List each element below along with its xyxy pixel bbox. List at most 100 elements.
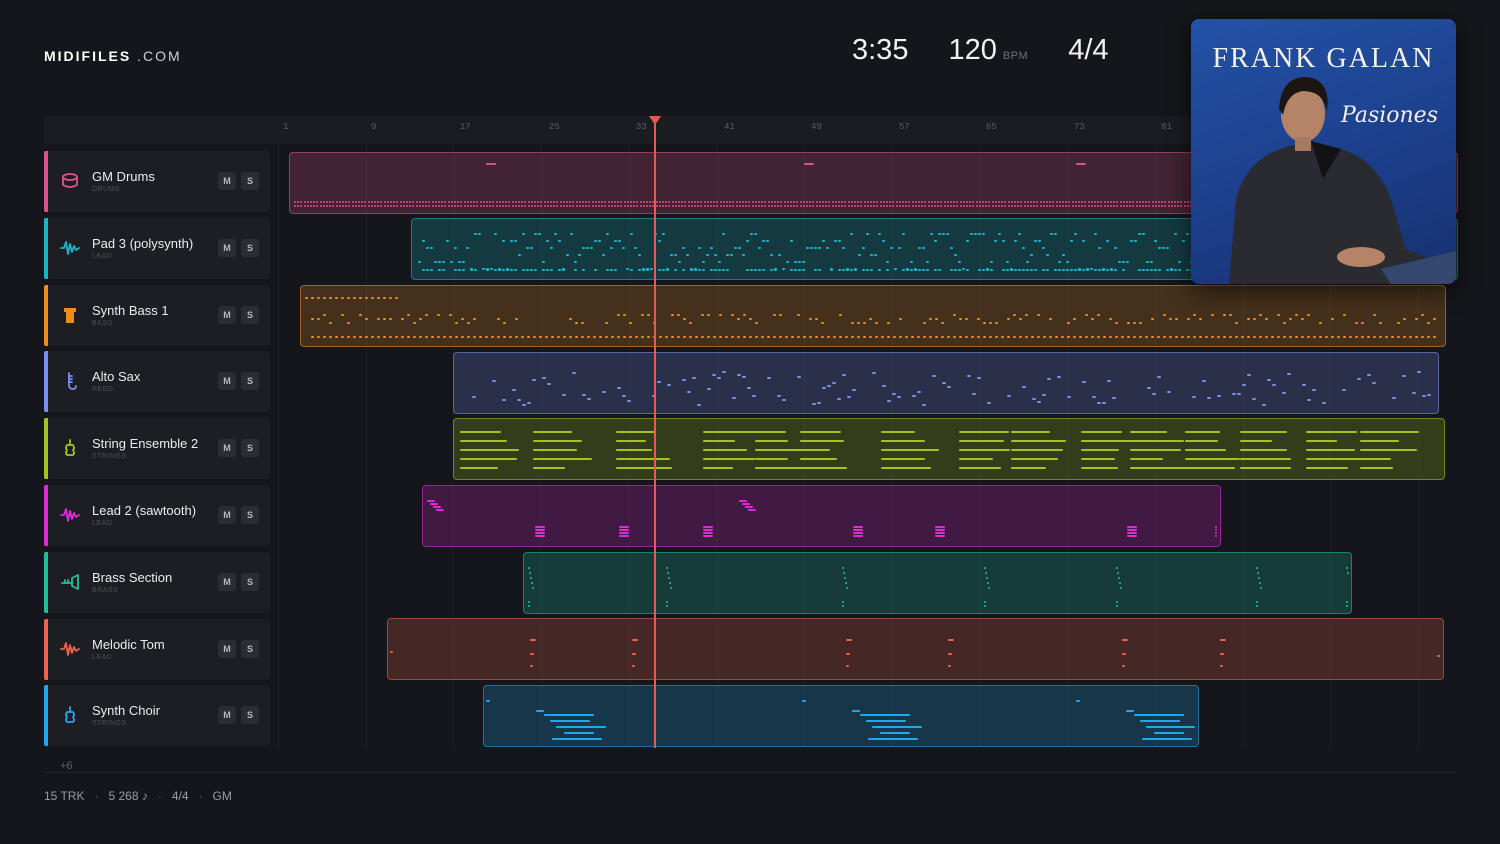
midi-note	[982, 233, 985, 235]
solo-button[interactable]: S	[241, 172, 259, 190]
solo-button[interactable]: S	[241, 706, 259, 724]
midi-note	[1232, 393, 1236, 395]
song-duration: 3:35	[852, 34, 909, 66]
midi-note	[605, 322, 608, 324]
midi-note	[985, 205, 988, 207]
midi-note	[518, 254, 521, 256]
midi-note	[402, 205, 405, 207]
track-header[interactable]: GM Drums DRUMS M S	[44, 151, 270, 212]
track-header[interactable]: Alto Sax REED M S	[44, 351, 270, 412]
playhead[interactable]	[654, 124, 656, 748]
midi-note	[786, 205, 789, 207]
mute-button[interactable]: M	[218, 640, 236, 658]
mute-button[interactable]: M	[218, 706, 236, 724]
track-header[interactable]: Melodic Tom LEAD M S	[44, 619, 270, 680]
midi-note	[850, 201, 853, 203]
midi-note	[1062, 254, 1065, 256]
midi-note	[1061, 336, 1064, 338]
midi-note	[450, 205, 453, 207]
midi-note	[844, 205, 847, 207]
mute-button[interactable]: M	[218, 372, 236, 390]
track-header[interactable]: Synth Choir STRINGS M S	[44, 685, 270, 746]
midi-note	[677, 336, 680, 338]
midi-note	[546, 205, 549, 207]
mute-button[interactable]: M	[218, 573, 236, 591]
track-header[interactable]: Synth Bass 1 BASS M S	[44, 285, 270, 346]
midi-note	[594, 240, 597, 242]
midi-note	[923, 322, 926, 324]
solo-button[interactable]: S	[241, 640, 259, 658]
mute-button[interactable]: M	[218, 306, 236, 324]
midi-note	[531, 582, 533, 584]
midi-note	[619, 535, 629, 537]
midi-note	[879, 205, 882, 207]
midi-note	[1082, 269, 1085, 271]
solo-button[interactable]: S	[241, 239, 259, 257]
midi-note	[837, 398, 841, 400]
midi-note	[978, 201, 981, 203]
midi-note	[726, 205, 728, 207]
midi-note	[1161, 205, 1164, 207]
midi-clip[interactable]	[422, 485, 1221, 547]
midi-note	[683, 318, 686, 320]
midi-note	[1034, 269, 1037, 271]
midi-note	[1337, 336, 1340, 338]
midi-note	[359, 336, 362, 338]
solo-button[interactable]: S	[241, 372, 259, 390]
midi-note	[534, 233, 537, 235]
solo-button[interactable]: S	[241, 306, 259, 324]
midi-note	[668, 205, 671, 207]
grid-line	[365, 144, 367, 748]
midi-note	[830, 269, 833, 271]
midi-note	[409, 201, 412, 203]
mute-button[interactable]: M	[218, 439, 236, 457]
midi-clip[interactable]	[453, 418, 1445, 480]
midi-note	[338, 205, 341, 207]
midi-note	[793, 201, 796, 203]
midi-clip[interactable]	[483, 685, 1199, 747]
midi-note	[647, 336, 650, 338]
solo-button[interactable]: S	[241, 506, 259, 524]
midi-note	[617, 314, 620, 316]
midi-note	[994, 205, 997, 207]
track-header[interactable]: Pad 3 (polysynth) LEAD M S	[44, 218, 270, 279]
midi-note	[329, 297, 332, 299]
track-header[interactable]: Lead 2 (sawtooth) LEAD M S	[44, 485, 270, 546]
midi-note	[777, 395, 781, 397]
more-tracks-label[interactable]: +6	[60, 760, 73, 772]
midi-note	[623, 201, 626, 203]
midi-note	[984, 601, 986, 603]
track-header[interactable]: Brass Section BRASS M S	[44, 552, 270, 613]
midi-note	[492, 205, 495, 207]
midi-note	[538, 233, 541, 235]
mute-button[interactable]: M	[218, 506, 236, 524]
midi-note	[1215, 532, 1217, 534]
midi-clip[interactable]	[453, 352, 1439, 414]
midi-note	[876, 205, 879, 207]
midi-note	[966, 205, 968, 207]
midi-note	[1437, 655, 1440, 657]
mute-button[interactable]: M	[218, 172, 236, 190]
midi-note	[690, 269, 693, 271]
midi-note	[700, 205, 703, 207]
midi-note	[847, 205, 850, 207]
midi-note	[1013, 336, 1016, 338]
solo-button[interactable]: S	[241, 573, 259, 591]
midi-note	[948, 653, 952, 655]
midi-note	[872, 372, 876, 374]
midi-note	[1331, 336, 1334, 338]
mute-button[interactable]: M	[218, 239, 236, 257]
midi-note	[497, 318, 500, 320]
midi-note	[1098, 247, 1101, 249]
midi-note	[988, 587, 990, 589]
midi-note	[707, 336, 710, 338]
midi-note	[316, 201, 319, 203]
solo-button[interactable]: S	[241, 439, 259, 457]
track-header[interactable]: String Ensemble 2 STRINGS M S	[44, 418, 270, 479]
midi-note	[974, 233, 977, 235]
midi-clip[interactable]	[387, 618, 1444, 680]
midi-clip[interactable]	[300, 285, 1446, 347]
midi-note	[774, 269, 777, 271]
midi-clip[interactable]	[523, 552, 1352, 614]
midi-note	[462, 261, 465, 263]
